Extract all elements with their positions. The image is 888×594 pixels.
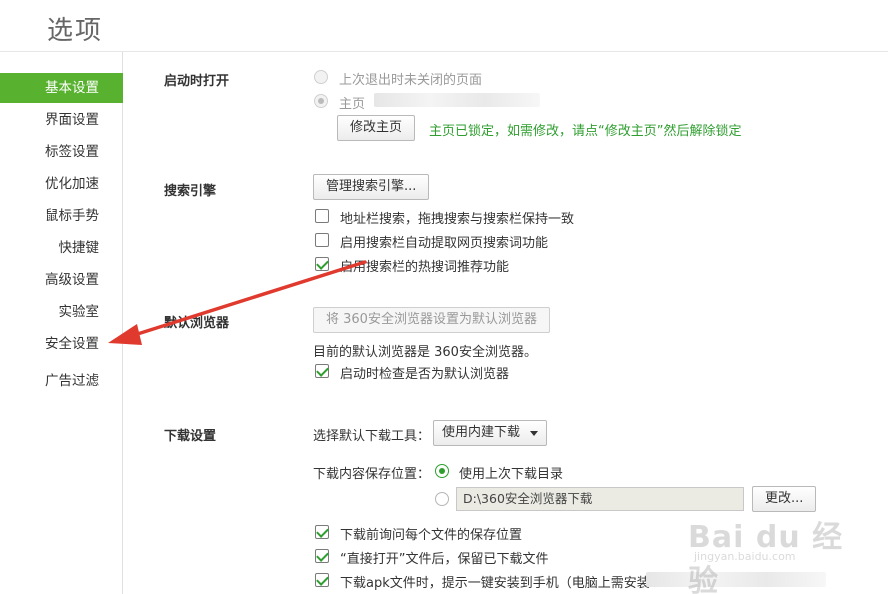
download-section-label: 下载设置 [164,429,217,444]
set-default-browser-button[interactable]: 将 360安全浏览器设置为默认浏览器 [313,307,550,333]
checkbox-hot-words[interactable] [315,257,329,271]
watermark-sub-text: jingyan.baidu.com [694,550,796,563]
sidebar-item-label: 高级设置 [45,272,99,288]
sidebar-item-advanced-settings[interactable]: 高级设置 [0,265,123,295]
checkbox-keep-after-open-label: “直接打开”文件后，保留已下载文件 [340,552,549,567]
sidebar-item-shortcuts[interactable]: 快捷键 [0,233,123,263]
sidebar-item-security-settings[interactable]: 安全设置 [0,329,123,359]
radio-homepage-label: 主页 [339,97,366,112]
radio-homepage[interactable] [314,94,328,108]
radio-custom-download-dir[interactable] [435,492,449,506]
checkbox-keep-after-open[interactable] [315,549,329,563]
sidebar-item-label: 广告过滤 [45,373,99,389]
checkbox-hot-words-label: 启用搜索栏的热搜词推荐功能 [340,260,510,275]
download-tool-label: 选择默认下载工具： [313,429,431,444]
download-tool-select[interactable]: 使用内建下载 [433,420,548,446]
title-bar: 选项 [0,0,888,52]
modify-homepage-button[interactable]: 修改主页 [337,115,416,141]
sidebar-item-basic-settings[interactable]: 基本设置 [0,73,123,103]
sidebar-item-tab-settings[interactable]: 标签设置 [0,137,123,167]
checkbox-ask-location[interactable] [315,525,329,539]
startup-section-label: 启动时打开 [164,74,230,89]
checkbox-address-bar-search-label: 地址栏搜索，拖拽搜索与搜索栏保持一致 [340,212,575,227]
sidebar-item-label: 标签设置 [45,144,99,160]
sidebar-item-interface-settings[interactable]: 界面设置 [0,105,123,135]
default-browser-section-label: 默认浏览器 [164,316,230,331]
checkbox-ask-location-label: 下载前询问每个文件的保存位置 [340,528,523,543]
homepage-lock-notice: 主页已锁定，如需修改，请点“修改主页”然后解除锁定 [429,124,742,139]
default-browser-status: 目前的默认浏览器是 360安全浏览器。 [313,345,537,360]
checkbox-apk-prompt[interactable] [315,573,329,587]
checkbox-auto-extract-label: 启用搜索栏自动提取网页搜索词功能 [340,236,549,251]
sidebar-item-label: 界面设置 [45,112,99,128]
radio-last-download-dir[interactable] [435,464,449,478]
radio-last-session-label: 上次退出时未关闭的页面 [339,73,483,88]
sidebar-item-label: 基本设置 [45,80,99,96]
sidebar-item-label: 快捷键 [58,240,100,256]
baidu-watermark: Bai du 经验 jingyan.baidu.com [688,512,848,594]
download-location-label: 下载内容保存位置： [313,467,431,482]
sidebar-item-mouse-gestures[interactable]: 鼠标手势 [0,201,123,231]
sidebar-item-optimization[interactable]: 优化加速 [0,169,123,199]
sidebar-item-lab[interactable]: 实验室 [0,297,123,327]
radio-last-session[interactable] [314,70,328,84]
page-title: 选项 [47,16,104,46]
change-download-path-button[interactable]: 更改... [752,486,817,512]
redacted-homepage-url [374,93,540,107]
sidebar-item-ad-filter[interactable]: 广告过滤 [0,366,123,396]
sidebar: 基本设置 界面设置 标签设置 优化加速 鼠标手势 快捷键 高级设置 实验室 安全… [0,52,123,594]
sidebar-item-label: 实验室 [58,304,100,320]
manage-search-engines-button[interactable]: 管理搜索引擎... [313,174,430,200]
sidebar-item-label: 安全设置 [45,336,99,352]
download-path-input[interactable]: D:\360安全浏览器下载 [456,487,744,511]
checkbox-check-default-on-startup[interactable] [315,364,329,378]
search-section-label: 搜索引擎 [164,184,217,199]
checkbox-check-default-label: 启动时检查是否为默认浏览器 [340,367,510,382]
radio-last-download-dir-label: 使用上次下载目录 [459,467,564,482]
checkbox-address-bar-search[interactable] [315,209,329,223]
checkbox-auto-extract[interactable] [315,233,329,247]
chevron-down-icon [530,431,539,436]
checkbox-apk-prompt-label: 下载apk文件时，提示一键安装到手机（电脑上需安装 [340,576,650,591]
sidebar-item-label: 优化加速 [45,176,99,192]
download-tool-selected: 使用内建下载 [442,425,521,440]
sidebar-item-label: 鼠标手势 [45,208,99,224]
